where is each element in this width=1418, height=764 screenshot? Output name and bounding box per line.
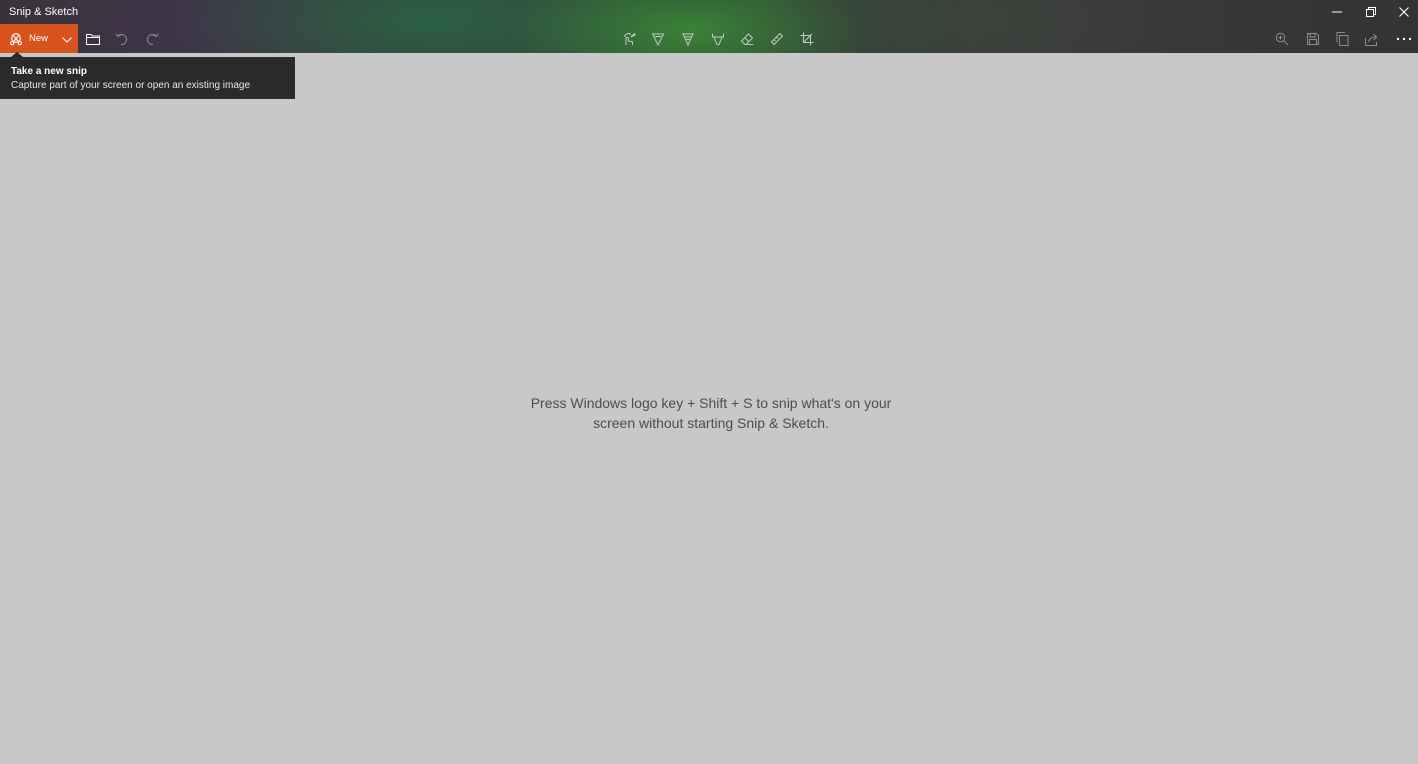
more-icon [1396,37,1412,41]
copy-button[interactable] [1330,27,1354,51]
title-bar[interactable]: Snip & Sketch [0,0,1418,24]
close-icon [1399,7,1409,17]
share-icon [1365,33,1379,46]
new-button-label: New [29,33,49,44]
new-snip-button[interactable]: New [0,24,55,53]
pencil-icon [681,32,695,46]
ruler-button[interactable] [765,27,789,51]
touch-writing-button[interactable] [617,27,641,51]
ruler-icon [770,32,784,46]
app-title: Snip & Sketch [9,6,79,18]
copy-icon [1336,32,1349,46]
save-icon [1307,33,1319,45]
tooltip-description: Capture part of your screen or open an e… [11,80,251,91]
eraser-icon [740,32,754,46]
snip-icon [9,32,23,46]
new-snip-dropdown[interactable] [55,24,78,53]
undo-icon [115,32,129,46]
hint-line-1: Press Windows logo key + Shift + S to sn… [530,395,892,411]
zoom-button[interactable] [1270,27,1294,51]
touch-writing-icon [622,32,636,46]
redo-button[interactable] [140,27,164,51]
ballpoint-pen-icon [651,32,665,46]
pencil-button[interactable] [676,27,700,51]
empty-canvas-hint: Press Windows logo key + Shift + S to sn… [0,393,1418,433]
minimize-icon [1332,7,1342,17]
highlighter-button[interactable] [706,27,730,51]
folder-open-icon [86,33,100,45]
eraser-button[interactable] [735,27,759,51]
toolbar: New [0,24,1418,53]
highlighter-icon [711,32,725,46]
tooltip-title: Take a new snip [11,66,87,77]
save-button[interactable] [1301,27,1325,51]
app-chrome: Snip & Sketch New [0,0,1418,53]
undo-button[interactable] [110,27,134,51]
crop-icon [800,32,814,46]
open-file-button[interactable] [81,27,105,51]
restore-button[interactable] [1354,0,1388,24]
new-snip-tooltip: Take a new snip Capture part of your scr… [0,57,295,99]
restore-icon [1366,7,1376,17]
redo-icon [145,32,159,46]
chevron-down-icon [61,30,72,48]
close-button[interactable] [1387,0,1418,24]
zoom-icon [1275,32,1289,46]
crop-button[interactable] [795,27,819,51]
more-options-button[interactable] [1392,27,1416,51]
ballpoint-pen-button[interactable] [646,27,670,51]
minimize-button[interactable] [1320,0,1354,24]
share-button[interactable] [1360,27,1384,51]
hint-line-2: screen without starting Snip & Sketch. [593,415,829,431]
